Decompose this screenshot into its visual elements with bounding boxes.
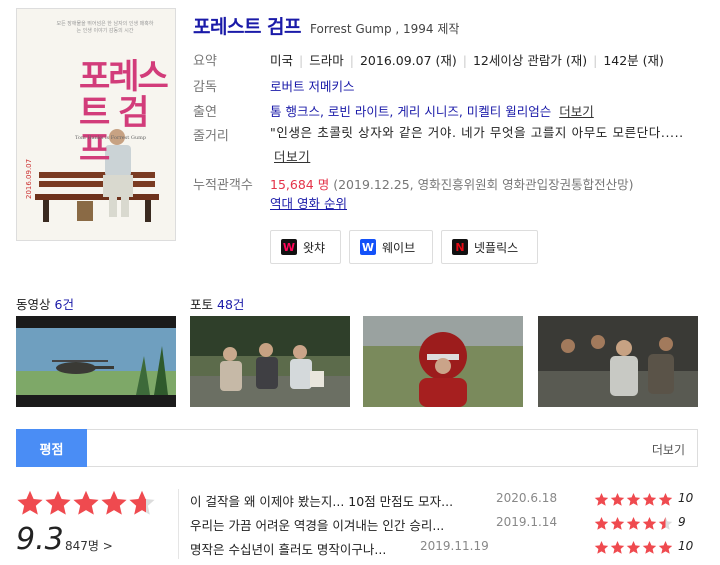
photo-section-label[interactable]: 포토 48건 xyxy=(190,294,244,313)
plot-text: "인생은 초콜릿 상자와 같은 거야. 네가 무엇을 고를지 아무도 모른단다.… xyxy=(270,125,684,140)
review-score: 10 xyxy=(678,539,694,553)
movie-title[interactable]: 포레스트 검프 xyxy=(193,12,302,39)
summary-row: 요약 미국 | 드라마 | 2016.09.07 (재) | 12세이상 관람가 (재) | 1… xyxy=(193,50,664,69)
plot-row: 줄거리 xyxy=(193,125,270,144)
review-stars xyxy=(594,492,674,507)
review-stars xyxy=(594,516,674,531)
video-section-label[interactable]: 동영상 6건 xyxy=(16,294,74,313)
wavve-icon: W xyxy=(360,239,376,255)
star-icon xyxy=(101,490,127,515)
poster-title: 포레스트 검프 xyxy=(79,57,169,169)
tab-ratings[interactable]: 평점 xyxy=(16,429,87,467)
director-label: 감독 xyxy=(193,80,217,95)
cast-label: 출연 xyxy=(193,105,217,120)
review-row[interactable]: 명작은 수십년이 흘러도 명작이구나... 2019.11.19 10 xyxy=(190,539,700,559)
review-text[interactable]: 우리는 가끔 어려운 역경을 이겨내는 인간 승리... xyxy=(190,515,444,534)
wavve-label: 웨이브 xyxy=(382,240,416,255)
star-icon xyxy=(73,490,99,515)
ratings-tab-bar: 평점 더보기 xyxy=(16,429,698,467)
star-icon xyxy=(17,490,43,515)
cast-more-link[interactable]: 더보기 xyxy=(559,104,594,119)
movie-subtitle: Forrest Gump , 1994 제작 xyxy=(310,22,460,36)
review-row[interactable]: 우리는 가끔 어려운 역경을 이겨내는 인간 승리... 2019.1.14 9 xyxy=(190,515,700,535)
poster-tagline: 모든 장애물을 뛰어넘은 한 남자의 인생 매혹하는 인생 이야기 감동의 시간 xyxy=(56,21,154,34)
star-icon xyxy=(594,492,609,506)
average-stars xyxy=(16,489,156,517)
watcha-icon: W xyxy=(281,239,297,255)
divider xyxy=(178,489,179,559)
photo-label: 포토 xyxy=(190,297,214,312)
watcha-button[interactable]: W 왓챠 xyxy=(270,230,341,264)
movie-header: 포레스트 검프 Forrest Gump , 1994 제작 xyxy=(193,12,459,39)
summary-value: 미국 | 드라마 | 2016.09.07 (재) | 12세이상 관람가 (재) | 142분… xyxy=(270,53,664,68)
netflix-label: 넷플릭스 xyxy=(474,240,519,255)
video-count: 6건 xyxy=(54,297,74,312)
star-icon xyxy=(642,540,657,554)
audience-count: 15,684 명 xyxy=(270,177,330,192)
movie-poster[interactable]: 모든 장애물을 뛰어넘은 한 남자의 인생 매혹하는 인생 이야기 감동의 시간… xyxy=(16,8,176,241)
plot-text-block: "인생은 초콜릿 상자와 같은 거야. 네가 무엇을 고를지 아무도 모른단다.… xyxy=(270,121,690,169)
poster-subtitle: Tom Hanks is Forrest Gump xyxy=(75,135,147,141)
star-icon xyxy=(610,540,625,554)
star-icon xyxy=(129,490,155,515)
star-icon xyxy=(658,516,673,530)
star-icon xyxy=(594,540,609,554)
watcha-label: 왓챠 xyxy=(303,240,326,255)
video-label: 동영상 xyxy=(16,297,51,312)
star-icon xyxy=(642,516,657,530)
review-date: 2019.1.14 xyxy=(496,515,558,529)
summary-country: 미국 xyxy=(270,53,294,68)
poster-date: 2016.09.07 xyxy=(25,158,33,199)
star-icon xyxy=(642,492,657,506)
review-stars xyxy=(594,540,674,555)
review-row[interactable]: 이 걸작을 왜 이제야 봤는지... 10점 만점도 모자... 2020.6.… xyxy=(190,491,700,511)
netflix-icon: N xyxy=(452,239,468,255)
review-date: 2019.11.19 xyxy=(420,539,489,553)
plot-label: 줄거리 xyxy=(193,129,229,144)
star-icon xyxy=(626,540,641,554)
review-text[interactable]: 명작은 수십년이 흘러도 명작이구나... xyxy=(190,539,386,558)
director-row: 감독 로버트 저메키스 xyxy=(193,76,354,95)
photo-thumbnail-3[interactable] xyxy=(538,316,698,407)
netflix-button[interactable]: N 넷플릭스 xyxy=(441,230,538,264)
audience-source: (2019.12.25, 영화진흥위원회 영화관입장권통합전산망) xyxy=(333,177,634,192)
photo-count: 48건 xyxy=(217,297,245,312)
summary-genre: 드라마 xyxy=(309,53,344,68)
director-link[interactable]: 로버트 저메키스 xyxy=(270,79,354,94)
rating-count-link[interactable]: 847명 > xyxy=(65,537,113,554)
ratings-more-link[interactable]: 더보기 xyxy=(652,441,685,458)
summary-label: 요약 xyxy=(193,54,217,69)
wavve-button[interactable]: W 웨이브 xyxy=(349,230,433,264)
star-icon xyxy=(658,492,673,506)
average-score: 9.3 xyxy=(16,522,64,557)
review-score: 9 xyxy=(678,515,686,529)
summary-runtime: 142분 (재) xyxy=(603,53,664,68)
photo-thumbnail-2[interactable] xyxy=(363,316,523,407)
cast-link[interactable]: 톰 행크스, 로빈 라이트, 게리 시니즈, 미켈티 윌리엄슨 xyxy=(270,104,551,119)
star-icon xyxy=(610,492,625,506)
photo-thumbnail-1[interactable] xyxy=(190,316,350,407)
star-icon xyxy=(658,540,673,554)
star-icon xyxy=(626,492,641,506)
review-score: 10 xyxy=(678,491,694,505)
summary-release: 2016.09.07 (재) xyxy=(359,53,457,68)
star-icon xyxy=(626,516,641,530)
audience-row: 누적관객수 15,684 명 (2019.12.25, 영화진흥위원회 영화관입… xyxy=(193,174,633,193)
ranking-row: 역대 영화 순위 xyxy=(270,193,347,212)
summary-rating: 12세이상 관람가 (재) xyxy=(472,53,588,68)
cast-row: 출연 톰 행크스, 로빈 라이트, 게리 시니즈, 미켈티 윌리엄슨 더보기 xyxy=(193,101,594,120)
star-icon xyxy=(45,490,71,515)
review-date: 2020.6.18 xyxy=(496,491,558,505)
star-icon xyxy=(610,516,625,530)
star-icon xyxy=(594,516,609,530)
plot-more-link[interactable]: 더보기 xyxy=(274,149,310,164)
video-thumbnail[interactable] xyxy=(16,316,176,407)
review-text[interactable]: 이 걸작을 왜 이제야 봤는지... 10점 만점도 모자... xyxy=(190,491,453,510)
ranking-link[interactable]: 역대 영화 순위 xyxy=(270,196,347,211)
audience-label: 누적관객수 xyxy=(193,178,253,193)
